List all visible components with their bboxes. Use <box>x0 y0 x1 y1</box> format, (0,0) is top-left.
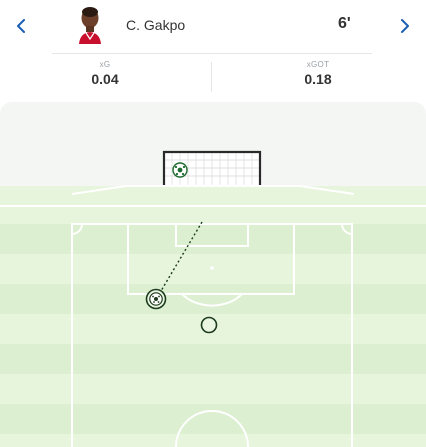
other-shot-marker[interactable] <box>200 316 218 334</box>
player-name: C. Gakpo <box>126 17 186 33</box>
stats-divider <box>211 62 212 92</box>
goal-ball-icon <box>172 162 188 178</box>
pitch-svg <box>0 102 426 447</box>
xgot-label: xGOT <box>306 60 330 69</box>
shot-origin-icon[interactable] <box>145 288 167 310</box>
shot-header: C. Gakpo 6' <box>0 0 426 54</box>
header-divider <box>52 53 372 54</box>
xg-stat: xG 0.04 <box>55 60 155 87</box>
pitch-stripe <box>0 284 426 314</box>
chevron-left-icon[interactable] <box>12 14 30 38</box>
xgot-value: 0.18 <box>304 71 332 87</box>
player-avatar <box>76 6 104 44</box>
pitch-stripe <box>0 404 426 434</box>
chevron-right-icon[interactable] <box>396 14 414 38</box>
pitch-stripe <box>0 224 426 254</box>
shot-stats: xG 0.04 xGOT 0.18 <box>0 56 426 96</box>
shot-map <box>0 102 426 447</box>
xg-value: 0.04 <box>91 71 119 87</box>
shot-minute: 6' <box>338 15 351 32</box>
pitch-stripe <box>0 344 426 374</box>
xgot-stat: xGOT 0.18 <box>268 60 368 87</box>
penalty-spot <box>210 266 214 270</box>
xg-label: xG <box>99 60 111 69</box>
